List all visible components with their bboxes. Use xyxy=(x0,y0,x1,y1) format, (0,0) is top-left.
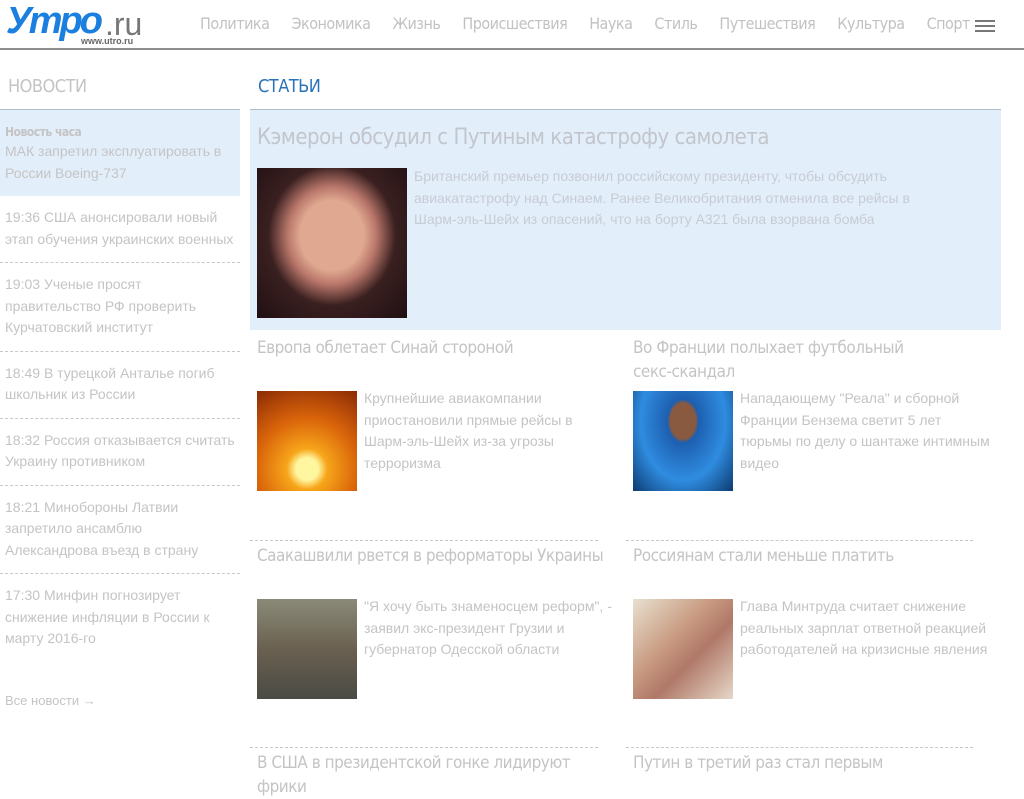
nav-sport[interactable]: Спорт xyxy=(927,14,971,33)
article-image[interactable] xyxy=(257,599,357,699)
article-text: Нападающему "Реала" и сборной Франции Бе… xyxy=(740,390,990,471)
article-card[interactable]: Во Франции полыхает футбольный секс-скан… xyxy=(633,336,990,491)
news-text: Россия отказывается считать Украину прот… xyxy=(5,431,235,470)
article-image[interactable] xyxy=(633,391,733,491)
news-time: 19:36 xyxy=(5,209,41,225)
nav-politics[interactable]: Политика xyxy=(200,14,270,33)
news-time: 19:03 xyxy=(5,276,41,292)
nav-economy[interactable]: Экономика xyxy=(291,14,371,33)
news-section-title: НОВОСТИ xyxy=(0,76,240,110)
news-time: 18:32 xyxy=(5,431,41,448)
all-news-link[interactable]: Все новости → xyxy=(5,693,96,708)
article-image[interactable] xyxy=(633,599,733,699)
article-text: Крупнейшие авиакомпании приостановили пр… xyxy=(364,390,573,471)
news-time: 17:30 xyxy=(5,587,41,603)
article-card[interactable]: Путин в третий раз стал первым xyxy=(633,751,983,775)
divider xyxy=(250,747,598,748)
news-time: 18:49 xyxy=(5,364,41,381)
news-item[interactable]: 19:03 Ученые просят правительство РФ про… xyxy=(0,263,240,352)
nav-life[interactable]: Жизнь xyxy=(392,14,440,33)
logo[interactable]: Утро .ru www.utro.ru xyxy=(6,0,142,46)
articles-section-title[interactable]: СТАТЬИ xyxy=(250,76,1001,110)
hot-news-label: Новость часа xyxy=(5,125,82,139)
lead-article-image[interactable] xyxy=(257,168,407,318)
nav-style[interactable]: Стиль xyxy=(654,14,697,33)
article-card[interactable]: Россиянам стали меньше платить Глава Мин… xyxy=(633,544,987,699)
article-title[interactable]: Во Франции полыхает футбольный секс-скан… xyxy=(633,336,933,384)
lead-article-title[interactable]: Кэмерон обсудил с Путиным катастрофу сам… xyxy=(257,125,770,150)
news-item[interactable]: 18:32 Россия отказывается считать Украин… xyxy=(0,419,240,486)
news-item[interactable]: 18:21 Минобороны Латвии запретило ансамб… xyxy=(0,486,240,574)
news-item[interactable]: 19:36 США анонсировали новый этап обучен… xyxy=(0,196,240,263)
news-list: Новость часа МАК запретил эксплуатироват… xyxy=(0,110,240,662)
lead-article-text: Британский премьер позвонил российскому … xyxy=(414,168,910,227)
hamburger-icon[interactable] xyxy=(975,20,995,32)
header: Утро .ru www.utro.ru Политика Экономика … xyxy=(0,0,1024,50)
main-nav: Политика Экономика Жизнь Происшествия На… xyxy=(200,14,992,33)
nav-science[interactable]: Наука xyxy=(589,14,633,33)
logo-url: www.utro.ru xyxy=(81,36,134,46)
divider xyxy=(626,747,973,748)
article-title[interactable]: Европа облетает Синай стороной xyxy=(257,336,607,360)
article-image[interactable] xyxy=(257,391,357,491)
article-title[interactable]: Саакашвили рвется в реформаторы Украины xyxy=(257,544,607,568)
nav-incidents[interactable]: Происшествия xyxy=(462,14,567,33)
article-title[interactable]: В США в президентской гонке лидируют фри… xyxy=(257,751,607,799)
article-text: "Я хочу быть знаменосцем реформ", - заяв… xyxy=(364,598,612,657)
lead-article[interactable]: Кэмерон обсудил с Путиным катастрофу сам… xyxy=(250,110,1001,330)
article-text: Глава Минтруда считает снижение реальных… xyxy=(740,598,988,657)
hot-news-text: МАК запретил эксплуатировать в России Bo… xyxy=(5,143,222,181)
article-card[interactable]: Саакашвили рвется в реформаторы Украины … xyxy=(257,544,612,699)
nav-travel[interactable]: Путешествия xyxy=(719,14,815,33)
news-item[interactable]: 18:49 В турецкой Анталье погиб школьник … xyxy=(0,352,240,419)
nav-culture[interactable]: Культура xyxy=(837,14,905,33)
divider xyxy=(250,540,598,541)
news-item[interactable]: 17:30 Минфин погнозирует снижение инфляц… xyxy=(0,574,240,662)
news-text: США анонсировали новый этап обучения укр… xyxy=(5,209,234,247)
news-time: 18:21 xyxy=(5,498,41,515)
divider xyxy=(626,540,973,541)
article-title[interactable]: Россиянам стали меньше платить xyxy=(633,544,983,568)
article-card[interactable]: В США в президентской гонке лидируют фри… xyxy=(257,751,607,799)
hot-news-item[interactable]: Новость часа МАК запретил эксплуатироват… xyxy=(0,110,240,196)
article-card[interactable]: Европа облетает Синай стороной Крупнейши… xyxy=(257,336,607,491)
article-title[interactable]: Путин в третий раз стал первым xyxy=(633,751,983,775)
